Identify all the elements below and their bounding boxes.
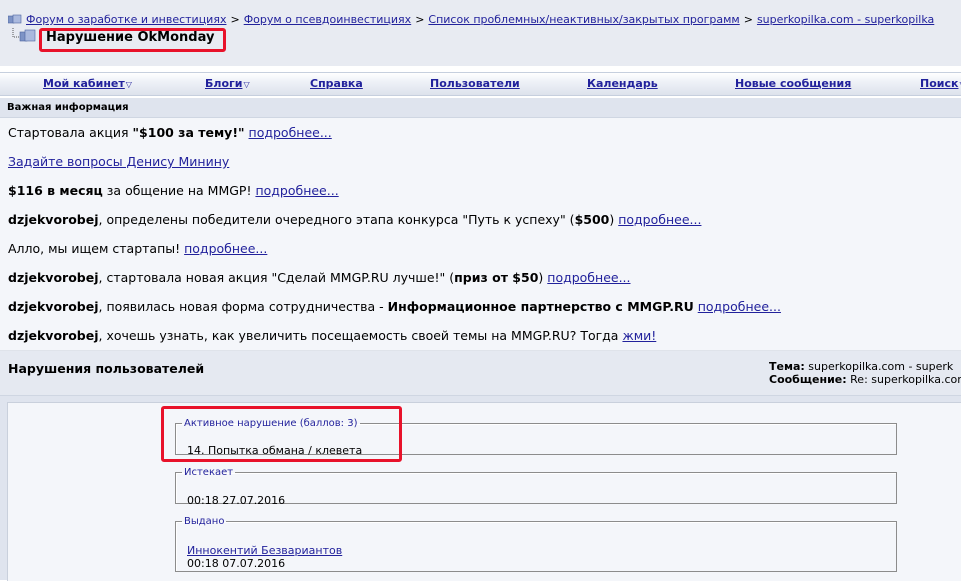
nav-label: Календарь [587,77,658,90]
nav-label: Мой кабинет [43,77,125,90]
info-bold-text: $116 в месяц [8,183,103,198]
info-link[interactable]: жми! [622,328,656,343]
info-text: за общение на MMGP! [102,183,256,198]
info-row: Стартовала акция "$100 за тему!" подробн… [0,118,961,148]
info-row: Алло, мы ищем стартапы! подробнее... [0,234,961,264]
info-row: dzjekvorobej, определены победители очер… [0,205,961,235]
info-link[interactable]: подробнее... [184,241,267,256]
nav-label: Новые сообщения [735,77,852,90]
info-bold-text: Информационное партнерство с MMGP.RU [387,299,694,314]
breadcrumb-area: Форум о заработке и инвестициях > Форум о … [0,0,961,66]
violations-title: Нарушения пользователей [8,361,205,376]
issued-legend: Выдано [184,516,225,527]
info-row-text: Алло, мы ищем стартапы! подробнее... [8,241,267,256]
info-link[interactable]: подробнее... [255,183,338,198]
issued-fieldset: Выдано Иннокентий Безвариантов 00:18 07.… [175,516,897,572]
info-text: Стартовала акция [8,125,133,140]
nav-label: Справка [310,77,363,90]
title-highlight-box [39,28,226,52]
info-bold-text: dzjekvorobej [8,270,99,285]
breadcrumb-link-3[interactable]: Список проблемных/неактивных/закрытых пр… [428,13,739,26]
nav-label: Блоги [205,77,243,90]
info-text: , появилась новая форма сотрудничества - [98,299,388,314]
dropdown-arrow-icon: ▽ [125,80,132,89]
info-row-text: Задайте вопросы Денису Минину [8,154,229,169]
expires-legend: Истекает [184,467,234,478]
info-text: , определены победители очередного этапа… [98,212,575,227]
info-row-text: dzjekvorobej, определены победители очер… [8,212,701,227]
issued-value: 00:18 07.07.2016 [187,557,286,570]
breadcrumb-link-2[interactable]: Форум о псевдоинвестициях [244,13,412,26]
info-bold-text: $500 [574,212,610,227]
important-info-header: Важная информация [0,98,961,118]
breadcrumb-link-1[interactable]: Форум о заработке и инвестициях [26,13,226,26]
info-bold-text: dzjekvorobej [8,328,99,343]
info-row-text: dzjekvorobej, стартовала новая акция "Сд… [8,270,631,285]
violation-panel-inner: Активное нарушение (баллов: 3) 14. Попыт… [7,402,961,581]
breadcrumb-separator: > [415,13,425,26]
info-text: ) [538,270,548,285]
nav-label: Поиск [920,77,959,90]
info-row: dzjekvorobej, появилась новая форма сотр… [0,292,961,322]
info-row-text: $116 в месяц за общение на MMGP! подробн… [8,183,339,198]
info-row-text: dzjekvorobej, хочешь узнать, как увеличи… [8,328,656,343]
info-bold-text: приз от $50 [454,270,539,285]
info-row: dzjekvorobej, стартовала новая акция "Сд… [0,263,961,293]
expires-value: 00:18 27.07.2016 [187,494,286,507]
info-row: $116 в месяц за общение на MMGP! подробн… [0,176,961,206]
info-text: Алло, мы ищем стартапы! [8,241,185,256]
info-bold-text: dzjekvorobej [8,299,99,314]
forum-folder-icon [8,14,22,24]
violation-panel: Активное нарушение (баллов: 3) 14. Попыт… [0,396,961,581]
nav-blogs[interactable]: Блоги▽ [205,77,250,90]
message-value: Re: superkopilka.com [850,373,961,386]
violations-header: Нарушения пользователей Тема: superkopil… [0,351,961,396]
important-info-title: Важная информация [7,102,129,113]
violation-meta: Тема: superkopilka.com - superk Сообщени… [769,360,961,386]
theme-value: superkopilka.com - superk [808,360,954,373]
nav-new-posts[interactable]: Новые сообщения [735,77,851,90]
breadcrumb-separator: > [743,13,753,26]
info-row-text: dzjekvorobej, появилась новая форма сотр… [8,299,781,314]
theme-label: Тема: [769,360,805,373]
tree-branch-icon [12,28,36,42]
info-row: Задайте вопросы Денису Минину [0,147,961,177]
nav-calendar[interactable]: Календарь [587,77,658,90]
info-text: , стартовала новая акция "Сделай MMGP.RU… [98,270,455,285]
breadcrumb: Форум о заработке и инвестициях > Форум о … [8,13,934,26]
active-violation-highlight-box [161,406,402,462]
expires-fieldset: Истекает 00:18 27.07.2016 [175,467,897,507]
nav-users[interactable]: Пользователи [430,77,520,90]
info-link[interactable]: Задайте вопросы Денису Минину [8,154,229,169]
nav-label: Пользователи [430,77,520,90]
breadcrumb-separator: > [230,13,240,26]
info-link[interactable]: подробнее... [249,125,332,140]
issued-by-link[interactable]: Иннокентий Безвариантов [187,544,342,557]
info-row-text: Стартовала акция "$100 за тему!" подробн… [8,125,332,140]
info-text: ) [609,212,619,227]
nav-search[interactable]: Поиск▽ [920,77,961,90]
nav-bar: Мой кабинет▽ Блоги▽ Справка Пользователи… [0,72,961,96]
info-link[interactable]: подробнее... [547,270,630,285]
breadcrumb-link-4[interactable]: superkopilka.com - superkopilka [757,13,934,26]
info-link[interactable]: подробнее... [698,299,781,314]
nav-my-cabinet[interactable]: Мой кабинет▽ [43,77,132,90]
dropdown-arrow-icon: ▽ [243,80,250,89]
info-text: , хочешь узнать, как увеличить посещаемо… [98,328,623,343]
info-bold-text: dzjekvorobej [8,212,99,227]
nav-help[interactable]: Справка [310,77,363,90]
info-link[interactable]: подробнее... [618,212,701,227]
message-label: Сообщение: [769,373,847,386]
info-bold-text: "$100 за тему!" [132,125,245,140]
info-row: dzjekvorobej, хочешь узнать, как увеличи… [0,321,961,351]
